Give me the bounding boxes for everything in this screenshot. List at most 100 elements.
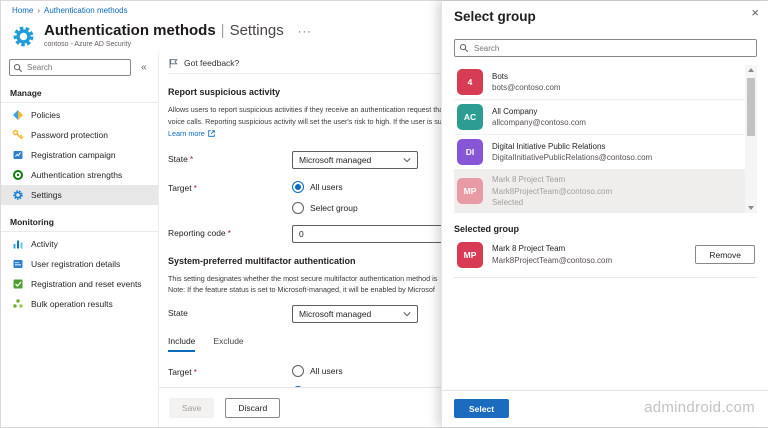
sidebar-item-activity[interactable]: Activity	[1, 234, 158, 254]
search-icon	[459, 43, 469, 53]
sidebar-item-label: Registration campaign	[31, 150, 116, 160]
registration-reset-events-icon	[12, 278, 24, 290]
state-dropdown[interactable]: Microsoft managed	[292, 151, 418, 169]
group-name: Mark 8 Project Team	[492, 174, 612, 186]
sidebar-item-label: Policies	[31, 110, 60, 120]
scrollbar	[745, 65, 757, 213]
authentication-strengths-icon	[12, 169, 24, 181]
radio-all-users[interactable]: All users	[292, 181, 358, 193]
state-label: State*	[168, 151, 292, 164]
sysmfa-state-dropdown-value: Microsoft managed	[299, 309, 371, 319]
reporting-code-input[interactable]	[292, 225, 450, 243]
tab-include[interactable]: Include	[168, 336, 195, 352]
sidebar-item-policies[interactable]: Policies	[1, 105, 158, 125]
sysmfa-target-label: Target*	[168, 364, 292, 377]
sidebar-item-label: Settings	[31, 190, 62, 200]
close-icon[interactable]: ×	[751, 6, 759, 19]
group-row-bots[interactable]: 4 Bots bots@contoso.com	[454, 65, 757, 100]
tab-exclude[interactable]: Exclude	[213, 336, 243, 352]
group-selected-status: Selected	[492, 197, 612, 208]
page-subtitle: contoso - Azure AD Security	[44, 41, 312, 48]
learn-more-link[interactable]: Learn more	[168, 128, 205, 140]
group-avatar: MP	[457, 178, 483, 204]
group-row-mark8-selected[interactable]: MP Mark 8 Project Team Mark8ProjectTeam@…	[454, 170, 757, 213]
group-email: allcompany@contoso.com	[492, 117, 586, 128]
authentication-methods-gear-icon	[11, 24, 36, 49]
select-button[interactable]: Select	[454, 399, 509, 418]
sysmfa-state-dropdown[interactable]: Microsoft managed	[292, 305, 418, 323]
page-header: Authentication methods|Settings··· conto…	[11, 22, 312, 49]
selected-group-email: Mark8ProjectTeam@contoso.com	[492, 255, 612, 266]
panel-title: Select group	[454, 9, 757, 24]
radio-label: All users	[310, 182, 343, 192]
chevron-down-icon	[403, 157, 411, 163]
page-title-suffix: Settings	[230, 22, 284, 39]
scrollbar-down-arrow[interactable]	[745, 203, 757, 213]
feedback-flag-icon	[168, 58, 179, 69]
user-registration-details-icon	[12, 258, 24, 270]
title-divider: |	[221, 22, 225, 39]
external-link-icon	[208, 130, 215, 137]
group-row-all-company[interactable]: AC All Company allcompany@contoso.com	[454, 100, 757, 135]
breadcrumb-current-link[interactable]: Authentication methods	[44, 6, 128, 15]
group-name: All Company	[492, 106, 586, 118]
activity-chart-icon	[12, 238, 24, 250]
radio-label: All users	[310, 366, 343, 376]
divider	[1, 102, 158, 103]
scrollbar-up-arrow[interactable]	[745, 65, 757, 75]
discard-button[interactable]: Discard	[225, 398, 280, 418]
policies-icon	[12, 109, 24, 121]
settings-gear-icon	[12, 189, 24, 201]
registration-campaign-icon	[12, 149, 24, 161]
group-email: bots@contoso.com	[492, 82, 561, 93]
group-avatar: 4	[457, 69, 483, 95]
sidebar-item-authentication-strengths[interactable]: Authentication strengths	[1, 165, 158, 185]
sidebar-section-manage: Manage	[1, 85, 158, 102]
sidebar-item-user-registration-details[interactable]: User registration details	[1, 254, 158, 274]
selected-group-heading: Selected group	[454, 224, 757, 234]
divider	[1, 231, 158, 232]
sidebar: « Manage Policies Password protection	[1, 53, 159, 427]
group-row-digital-initiative[interactable]: DI Digital Initiative Public Relations D…	[454, 135, 757, 170]
chevron-down-icon	[403, 311, 411, 317]
scrollbar-thumb[interactable]	[747, 78, 755, 136]
more-menu-button[interactable]: ···	[298, 26, 312, 38]
radio-button-icon	[292, 202, 304, 214]
selected-group-row: MP Mark 8 Project Team Mark8ProjectTeam@…	[454, 234, 757, 278]
radio-button-icon	[292, 181, 304, 193]
sidebar-item-bulk-operation-results[interactable]: Bulk operation results	[1, 294, 158, 314]
group-email: Mark8ProjectTeam@contoso.com	[492, 186, 612, 197]
watermark: admindroid.com	[644, 399, 755, 416]
key-icon	[12, 129, 24, 141]
sidebar-section-monitoring: Monitoring	[1, 214, 158, 231]
sidebar-item-label: Activity	[31, 239, 58, 249]
bulk-operation-results-icon	[12, 298, 24, 310]
sidebar-search-input[interactable]	[9, 59, 131, 76]
sidebar-item-label: User registration details	[31, 259, 120, 269]
target-label: Target*	[168, 180, 292, 193]
group-email: DigitalInitiativePublicRelations@contoso…	[492, 152, 652, 163]
sysmfa-radio-all-users[interactable]: All users	[292, 365, 358, 377]
save-button[interactable]: Save	[169, 398, 214, 418]
group-search-input[interactable]	[454, 39, 757, 57]
sidebar-collapse-button[interactable]: «	[141, 62, 147, 73]
breadcrumb-home-link[interactable]: Home	[12, 6, 33, 15]
group-name: Bots	[492, 71, 561, 83]
page-title: Authentication methods|Settings···	[44, 22, 312, 39]
search-icon	[13, 63, 23, 73]
state-dropdown-value: Microsoft managed	[299, 155, 371, 165]
sidebar-item-settings[interactable]: Settings	[1, 185, 158, 205]
sidebar-item-label: Bulk operation results	[31, 299, 113, 309]
sidebar-item-password-protection[interactable]: Password protection	[1, 125, 158, 145]
group-name: Digital Initiative Public Relations	[492, 141, 652, 153]
sidebar-item-registration-and-reset-events[interactable]: Registration and reset events	[1, 274, 158, 294]
selected-group-avatar: MP	[457, 242, 483, 268]
radio-select-group[interactable]: Select group	[292, 202, 358, 214]
sidebar-item-registration-campaign[interactable]: Registration campaign	[1, 145, 158, 165]
remove-button[interactable]: Remove	[695, 245, 755, 264]
group-avatar: AC	[457, 104, 483, 130]
radio-label: Select group	[310, 203, 358, 213]
radio-button-icon	[292, 365, 304, 377]
sidebar-item-label: Authentication strengths	[31, 170, 122, 180]
sidebar-item-label: Registration and reset events	[31, 279, 142, 289]
